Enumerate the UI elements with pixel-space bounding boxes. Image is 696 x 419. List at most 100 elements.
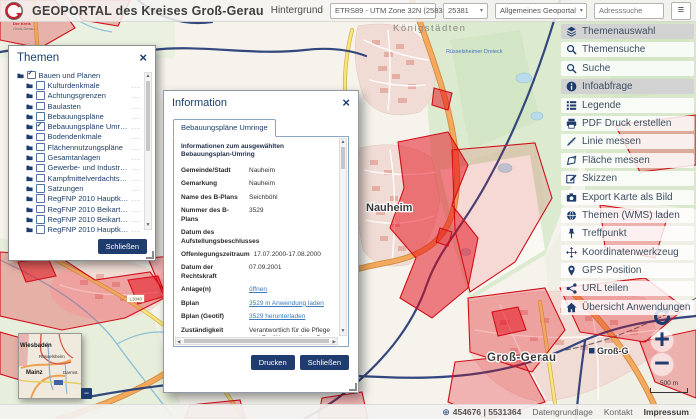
status-link-kontakt[interactable]: Kontakt [604, 407, 633, 417]
tree-item-checkbox[interactable] [36, 143, 45, 152]
item-menu-dots[interactable]: ... [132, 122, 141, 131]
tree-item-checkbox[interactable] [36, 205, 45, 214]
print-button[interactable]: Drucken [251, 355, 295, 370]
tree-item-baulasten[interactable]: Baulasten... [17, 101, 141, 111]
scrollbar-thumb[interactable] [341, 147, 345, 169]
tree-item-label[interactable]: RegFNP 2010 Beikarte1, Geneh... [48, 205, 129, 214]
tree-item-kampfmittelverdachtsflächen[interactable]: Kampfmittelverdachtsflächen... [17, 173, 141, 183]
sidebar-item-legende[interactable]: Legende [561, 98, 694, 113]
sidebar-item-themensuche[interactable]: Themensuche [561, 42, 694, 57]
crs-select[interactable]: ETRS89 - UTM Zone 32N (25832) ▾ [330, 3, 436, 19]
close-icon[interactable]: × [342, 98, 350, 108]
tree-item-label[interactable]: Gewerbe- und Industrieflächen [48, 163, 129, 172]
info-row-link[interactable]: 3529 in Anwendung laden [249, 300, 336, 308]
sidebar-item-gps-position[interactable]: GPS Position [561, 263, 694, 278]
sidebar-item-themen-wms-laden[interactable]: Themen (WMS) laden [561, 208, 694, 223]
tree-item-flächennutzungspläne[interactable]: Flächennutzungspläne... [17, 142, 141, 152]
item-menu-dots[interactable]: ... [132, 112, 141, 121]
item-menu-dots[interactable]: ... [132, 225, 141, 234]
resize-handle[interactable] [349, 383, 357, 391]
sidebar-item-export-karte-als-bild[interactable]: Export Karte als Bild [561, 190, 694, 205]
tree-item-bebauungspläne-umringe[interactable]: Bebauungspläne Umringe... [17, 121, 141, 131]
tree-item-gewerbe-und-industrieflächen[interactable]: Gewerbe- und Industrieflächen... [17, 163, 141, 173]
tree-item-checkbox[interactable] [36, 122, 45, 131]
scroll-right-icon[interactable]: ▶ [333, 338, 336, 345]
tree-item-label[interactable]: Satzungen [48, 184, 84, 193]
tree-item-label[interactable]: RegFNP 2010 Hauptkarte, Plans... [48, 225, 129, 234]
tree-item-label[interactable]: Bauen und Planen [39, 71, 101, 80]
item-menu-dots[interactable]: ... [132, 194, 141, 203]
tree-item-label[interactable]: Achtungsgrenzen [48, 91, 106, 100]
tree-item-checkbox[interactable] [36, 164, 45, 173]
item-menu-dots[interactable]: ... [132, 215, 141, 224]
sidebar-item-fläche-messen[interactable]: Fläche messen [561, 153, 694, 168]
tree-item-label[interactable]: Baulasten [48, 102, 81, 111]
item-menu-dots[interactable]: ... [132, 81, 141, 90]
scroll-down-icon[interactable]: ▼ [340, 328, 346, 335]
tree-item-label[interactable]: Bebauungspläne Umringe [48, 122, 129, 131]
tree-item-checkbox[interactable] [36, 91, 45, 100]
tree-item-bodendenkmale[interactable]: Bodendenkmale... [17, 132, 141, 142]
scroll-up-icon[interactable]: ▲ [145, 73, 151, 80]
scale-select[interactable]: 25381 ▾ [443, 3, 488, 19]
tree-item-label[interactable]: Kampfmittelverdachtsflächen [48, 174, 129, 183]
scroll-left-icon[interactable]: ◀ [177, 338, 180, 345]
item-menu-dots[interactable]: ... [132, 184, 141, 193]
sidebar-item-linie-messen[interactable]: Linie messen [561, 134, 694, 149]
sidebar-item-themenauswahl[interactable]: Themenauswahl [561, 24, 694, 39]
item-menu-dots[interactable]: ... [132, 153, 141, 162]
tree-root-item[interactable]: Bauen und Planen [17, 70, 141, 80]
tree-item-checkbox[interactable] [36, 112, 45, 121]
tree-item-kulturdenkmale[interactable]: Kulturdenkmale... [17, 80, 141, 90]
hamburger-menu-button[interactable]: ≡ [671, 2, 691, 20]
tree-item-regfnp-2010-hauptkarte-plans[interactable]: RegFNP 2010 Hauptkarte, Plans...... [17, 224, 141, 234]
tree-item-regfnp-2010-hauptkarte-gene[interactable]: RegFNP 2010 Hauptkarte, Gene...... [17, 194, 141, 204]
tree-item-achtungsgrenzen[interactable]: Achtungsgrenzen... [17, 91, 141, 101]
item-menu-dots[interactable]: ... [132, 205, 141, 214]
info-row-link[interactable]: öffnen [249, 286, 336, 294]
themes-scrollbar[interactable]: ▲ ▼ [144, 72, 152, 230]
tree-item-checkbox[interactable] [36, 174, 45, 183]
minimap-collapse-button[interactable]: − [81, 388, 92, 399]
sidebar-item-infoabfrage[interactable]: Infoabfrage [561, 79, 694, 94]
tree-item-checkbox[interactable] [36, 225, 45, 234]
status-link-datengrundlage[interactable]: Datengrundlage [532, 407, 593, 417]
tree-item-regfnp-2010-beikarte1-geneh[interactable]: RegFNP 2010 Beikarte1, Geneh...... [17, 204, 141, 214]
sidebar-item-suche[interactable]: Suche [561, 61, 694, 76]
scrollbar-thumb[interactable] [184, 339, 329, 343]
tree-item-label[interactable]: Bodendenkmale [48, 132, 102, 141]
tree-item-checkbox[interactable] [36, 81, 45, 90]
tree-item-checkbox[interactable] [36, 215, 45, 224]
sidebar-item-skizzen[interactable]: Skizzen [561, 171, 694, 186]
tree-item-satzungen[interactable]: Satzungen... [17, 183, 141, 193]
tree-item-checkbox[interactable] [36, 184, 45, 193]
zoom-out-button[interactable]: − [646, 351, 678, 378]
sidebar-item-url-teilen[interactable]: URL teilen [561, 281, 694, 296]
tree-item-label[interactable]: Kulturdenkmale [48, 81, 100, 90]
logo[interactable]: Der Kreis Groß-Gerau [3, 1, 49, 38]
scrollbar-thumb[interactable] [146, 81, 150, 151]
info-vertical-scrollbar[interactable]: ▲ ▼ [339, 138, 347, 336]
item-menu-dots[interactable]: ... [132, 132, 141, 141]
info-row-link[interactable]: 3529 herunterladen [249, 313, 336, 321]
sidebar-item-treffpunkt[interactable]: Treffpunkt [561, 226, 694, 241]
scroll-up-icon[interactable]: ▲ [340, 139, 346, 146]
tree-item-checkbox[interactable] [36, 102, 45, 111]
sidebar-item-übersicht-anwendungen[interactable]: Übersicht Anwendungen [561, 300, 694, 315]
item-menu-dots[interactable]: ... [132, 163, 141, 172]
tree-item-label[interactable]: RegFNP 2010 Hauptkarte, Gene... [48, 194, 129, 203]
tree-item-gesamtanlagen[interactable]: Gesamtanlagen... [17, 152, 141, 162]
tree-item-checkbox[interactable] [36, 153, 45, 162]
item-menu-dots[interactable]: ... [132, 91, 141, 100]
resize-handle[interactable] [146, 251, 154, 259]
close-icon[interactable]: × [139, 53, 147, 63]
address-search-input[interactable] [594, 3, 664, 19]
sidebar-item-pdf-druck-erstellen[interactable]: PDF Druck erstellen [561, 116, 694, 131]
tree-item-label[interactable]: Flächennutzungspläne [48, 143, 123, 152]
item-menu-dots[interactable]: ... [132, 174, 141, 183]
overview-map[interactable]: Wiesbaden Rüsselsheim Mainz Darmst. [18, 333, 82, 399]
tree-item-label[interactable]: Gesamtanlagen [48, 153, 101, 162]
tree-item-label[interactable]: Bebauungspläne [48, 112, 104, 121]
application-select[interactable]: Allgemeines Geoportal ▾ [495, 3, 587, 19]
item-menu-dots[interactable]: ... [132, 102, 141, 111]
